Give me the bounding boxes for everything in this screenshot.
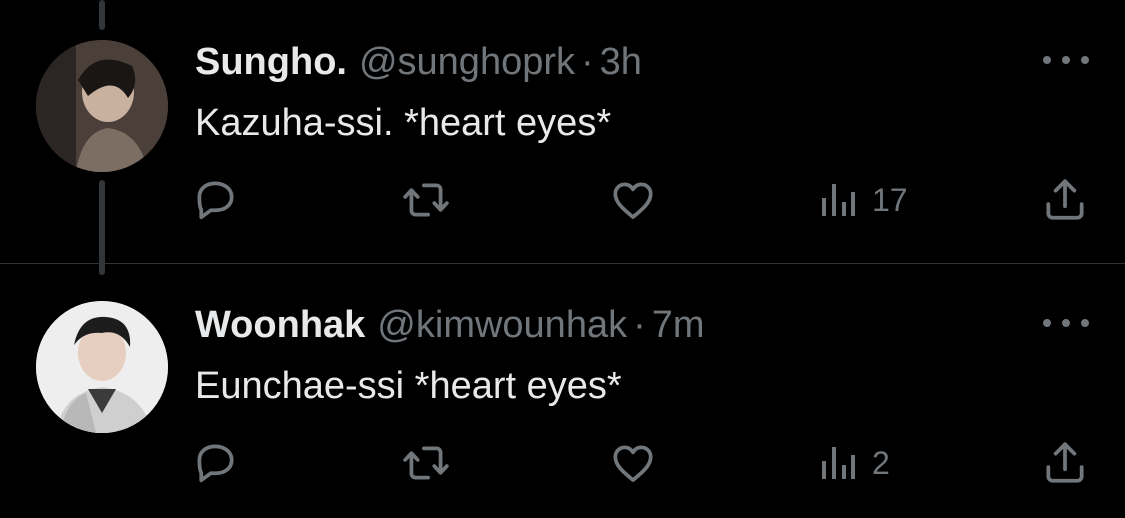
- avatar-image: [36, 40, 168, 172]
- display-name[interactable]: Woonhak: [195, 299, 365, 351]
- tweet-text: Kazuha-ssi. *heart eyes*: [195, 102, 612, 144]
- view-count: 2: [872, 444, 890, 481]
- tweet[interactable]: Sungho. @sunghoprk · 3h Kazuha-ssi. *hea…: [0, 0, 1125, 255]
- timestamp[interactable]: 7m: [652, 299, 705, 351]
- tweet-header: Woonhak @kimwounhak · 7m: [195, 299, 705, 351]
- view-count: 17: [872, 181, 908, 218]
- action-bar: 17: [0, 170, 1125, 230]
- share-icon: [1046, 442, 1084, 483]
- reply-button[interactable]: [190, 433, 240, 493]
- reply-icon: [197, 181, 234, 220]
- retweet-button[interactable]: [400, 170, 452, 230]
- username[interactable]: @kimwounhak: [377, 299, 627, 351]
- views-button[interactable]: 2: [818, 433, 890, 493]
- like-button[interactable]: [608, 170, 658, 230]
- like-button[interactable]: [608, 433, 658, 493]
- tweet-header: Sungho. @sunghoprk · 3h: [195, 36, 642, 88]
- retweet-button[interactable]: [400, 433, 452, 493]
- share-icon: [1046, 179, 1084, 220]
- timestamp[interactable]: 3h: [600, 36, 642, 88]
- action-bar: 2: [0, 433, 1125, 493]
- heart-icon: [613, 182, 653, 219]
- avatar[interactable]: [36, 301, 168, 433]
- views-icon: [822, 184, 855, 216]
- more-icon[interactable]: [1043, 311, 1089, 335]
- retweet-icon: [403, 183, 449, 217]
- separator: ·: [581, 41, 594, 83]
- reply-icon: [197, 444, 234, 483]
- avatar-image: [36, 301, 168, 433]
- views-icon: [822, 447, 855, 479]
- tweet-text: Eunchae-ssi *heart eyes*: [195, 365, 622, 407]
- views-button[interactable]: 17: [818, 170, 908, 230]
- heart-icon: [613, 445, 653, 482]
- retweet-icon: [403, 446, 449, 480]
- share-button[interactable]: [1040, 433, 1090, 493]
- reply-button[interactable]: [190, 170, 240, 230]
- tweet[interactable]: Woonhak @kimwounhak · 7m Eunchae-ssi *he…: [0, 263, 1125, 518]
- share-button[interactable]: [1040, 170, 1090, 230]
- avatar[interactable]: [36, 40, 168, 172]
- username[interactable]: @sunghoprk: [359, 36, 575, 88]
- more-icon[interactable]: [1043, 48, 1089, 72]
- separator: ·: [633, 304, 646, 346]
- display-name[interactable]: Sungho.: [195, 36, 347, 88]
